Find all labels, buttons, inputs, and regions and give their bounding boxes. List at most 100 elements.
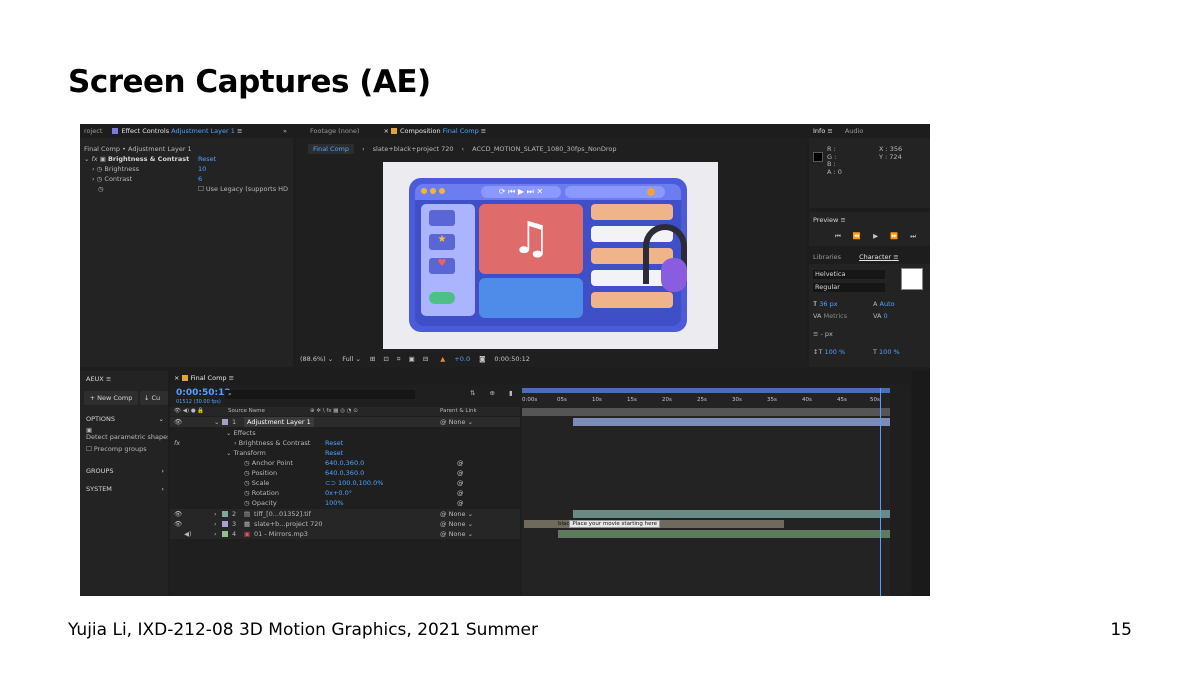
info-tab[interactable]: Info ≡ — [813, 127, 833, 135]
new-comp-button[interactable]: + New Comp — [84, 391, 138, 405]
info-panel: Info ≡ Audio R : G : B : A : 0 X : 356 Y… — [809, 124, 930, 208]
comp-tab-name: Final Comp — [442, 127, 479, 135]
font-family-dropdown[interactable]: Helvetica — [813, 270, 885, 279]
prop-value[interactable]: ⊂⊃ 100.0,100.0% — [325, 478, 383, 488]
crumb-final-comp[interactable]: Final Comp — [308, 144, 355, 154]
playhead[interactable] — [880, 388, 881, 596]
layer-number: 4 — [232, 530, 237, 538]
layer-name[interactable]: Adjustment Layer 1 — [244, 417, 314, 427]
tracking-field[interactable]: VA 0 — [873, 312, 888, 320]
precomp-groups-checkbox[interactable]: ☐ Precomp groups — [86, 445, 147, 453]
layer-bar-2[interactable] — [573, 510, 890, 518]
kerning-field[interactable]: VA Metrics — [813, 312, 847, 320]
timeline-search-field[interactable]: ⌕ — [225, 390, 415, 399]
layer-number: 1 — [232, 418, 237, 426]
audio-icon[interactable]: ◀) — [184, 529, 192, 539]
expand-chevron-icon[interactable]: › — [214, 519, 217, 529]
chevron-left-icon: ‹ — [461, 145, 465, 153]
legacy-checkbox[interactable]: ☐ Use Legacy (supports HD — [198, 184, 288, 194]
stopwatch-icon[interactable]: › ◷ — [84, 165, 104, 173]
vertical-scale-value: 100 % — [824, 348, 846, 356]
layer-row-1[interactable]: 👁 ⌄ 1 Adjustment Layer 1 @ None ⌄ — [170, 417, 520, 427]
preview-controls[interactable]: ⏮ ⏪ ▶ ⏩ ⏭ — [835, 232, 921, 241]
layer-name[interactable]: slate+b...project 720 — [254, 519, 323, 529]
prop-value[interactable]: Reset — [325, 448, 343, 458]
crumb-slate[interactable]: slate+black+project 720 — [373, 145, 454, 153]
parent-dropdown[interactable]: @ None ⌄ — [440, 509, 473, 519]
effect-controls-panel: roject Effect Controls Adjustment Layer … — [80, 124, 293, 367]
font-size-field[interactable]: 𝐓 36 px — [813, 300, 838, 309]
panel-overflow-icon[interactable]: » — [283, 127, 287, 135]
fill-stroke-swatch[interactable] — [901, 268, 923, 290]
color-icon[interactable]: ▲ — [440, 355, 445, 363]
horizontal-scale-field[interactable]: T 100 % — [873, 348, 900, 356]
prop-name-label: Position — [251, 469, 278, 477]
layer-bar-4[interactable] — [558, 530, 890, 538]
zoom-dropdown[interactable]: (88.6%) ⌄ — [300, 355, 333, 363]
libraries-tab[interactable]: Libraries — [813, 253, 841, 261]
crumb-accd-slate[interactable]: ACCD_MOTION_SLATE_1080_30fps_NonDrop — [472, 145, 616, 153]
composition-tab[interactable]: × Composition Final Comp ≡ — [383, 127, 486, 135]
effect-controls-tab-label: Effect Controls — [121, 127, 170, 135]
layer-row-3[interactable]: 👁 › 3 ▦ slate+b...project 720 @ None ⌄ — [170, 519, 520, 529]
font-style-dropdown[interactable]: Regular — [813, 283, 885, 292]
vertical-scale-field[interactable]: ↕T 100 % — [813, 348, 845, 356]
layer-name[interactable]: 01 - Mirrors.mp3 — [254, 529, 308, 539]
visibility-icon[interactable]: 👁 — [174, 519, 182, 529]
prop-value[interactable]: 0x+0.0° — [325, 488, 352, 498]
camera-icon[interactable]: ◙ — [479, 355, 485, 363]
visibility-icon[interactable]: 👁 — [174, 509, 182, 519]
system-section[interactable]: SYSTEM › — [86, 485, 164, 493]
detect-shapes-checkbox[interactable]: ▣ Detect parametric shapes — [86, 427, 168, 441]
layer-name[interactable]: tiff_[0...01352].tif — [254, 509, 311, 519]
footage-tab[interactable]: Footage (none) — [310, 127, 359, 135]
expand-chevron-icon[interactable]: › — [214, 529, 217, 539]
exposure-value[interactable]: +0.0 — [454, 355, 470, 363]
timeline-tab[interactable]: × Final Comp ≡ — [174, 374, 234, 382]
prop-value[interactable]: Reset — [325, 438, 343, 448]
layer-marker[interactable]: blac Place your movie starting here — [558, 520, 661, 528]
view-options-icons[interactable]: ⊞ ⊡ ⌗ ▣ ⊟ — [370, 355, 431, 364]
expand-chevron-icon[interactable]: › — [214, 509, 217, 519]
font-family-value: Helvetica — [815, 270, 846, 278]
layer-row-4[interactable]: ◀) › 4 ▣ 01 - Mirrors.mp3 @ None ⌄ — [170, 529, 520, 539]
pickwhip-icon[interactable]: @ — [457, 478, 464, 488]
pickwhip-icon[interactable]: @ — [457, 458, 464, 468]
prop-value[interactable]: 640.0,360.0 — [325, 458, 364, 468]
download-button[interactable]: ↓ Cu — [140, 391, 168, 405]
audio-tab[interactable]: Audio — [845, 127, 863, 135]
pickwhip-icon[interactable]: @ — [457, 468, 464, 478]
effect-controls-tab[interactable]: Effect Controls Adjustment Layer 1 ≡ — [112, 127, 242, 135]
stopwatch-icon[interactable]: › ◷ — [84, 175, 104, 183]
leading-field[interactable]: A Auto — [873, 300, 895, 308]
stroke-width-field[interactable]: ≡ - px — [813, 330, 833, 338]
pickwhip-icon[interactable]: @ — [457, 488, 464, 498]
parent-dropdown[interactable]: @ None ⌄ — [440, 529, 473, 539]
layer-row-2[interactable]: 👁 › 2 ▤ tiff_[0...01352].tif @ None ⌄ — [170, 509, 520, 519]
effect-reset-link[interactable]: Reset — [198, 154, 216, 164]
contrast-value[interactable]: 6 — [198, 174, 202, 184]
layer-bar-1[interactable] — [573, 418, 890, 426]
viewer-timecode: 0:00:50:12 — [494, 355, 530, 363]
character-tab[interactable]: Character ≡ — [859, 253, 899, 261]
parent-dropdown[interactable]: @ None ⌄ — [440, 519, 473, 529]
prop-value[interactable]: 100% — [325, 498, 344, 508]
pickwhip-icon[interactable]: @ — [457, 498, 464, 508]
time-graph[interactable]: 0:00s 05s 10s 15s 20s 25s 30s 35s 40s 45… — [522, 388, 890, 596]
effect-header-row[interactable]: ⌄ fx ▣ Brightness & Contrast Reset — [84, 154, 289, 164]
timeline-timecode[interactable]: 0:00:50:12 — [176, 388, 231, 398]
groups-section[interactable]: GROUPS › — [86, 467, 164, 475]
prop-value[interactable]: 640.0,360.0 — [325, 468, 364, 478]
project-tab[interactable]: roject — [84, 127, 102, 135]
expand-chevron-icon[interactable]: ⌄ — [214, 417, 219, 427]
resolution-dropdown[interactable]: Full ⌄ — [342, 355, 361, 363]
menu-icon[interactable]: ≡ — [481, 127, 486, 135]
work-area-bar[interactable] — [522, 388, 890, 393]
parent-dropdown[interactable]: @ None ⌄ — [440, 417, 473, 427]
brightness-value[interactable]: 10 — [198, 164, 206, 174]
system-label: SYSTEM — [86, 485, 112, 493]
menu-icon[interactable]: ≡ — [237, 127, 242, 135]
options-section[interactable]: OPTIONS ⌄ — [86, 415, 164, 423]
info-tabbar: Info ≡ Audio — [809, 124, 930, 138]
visibility-icon[interactable]: 👁 — [174, 417, 182, 427]
